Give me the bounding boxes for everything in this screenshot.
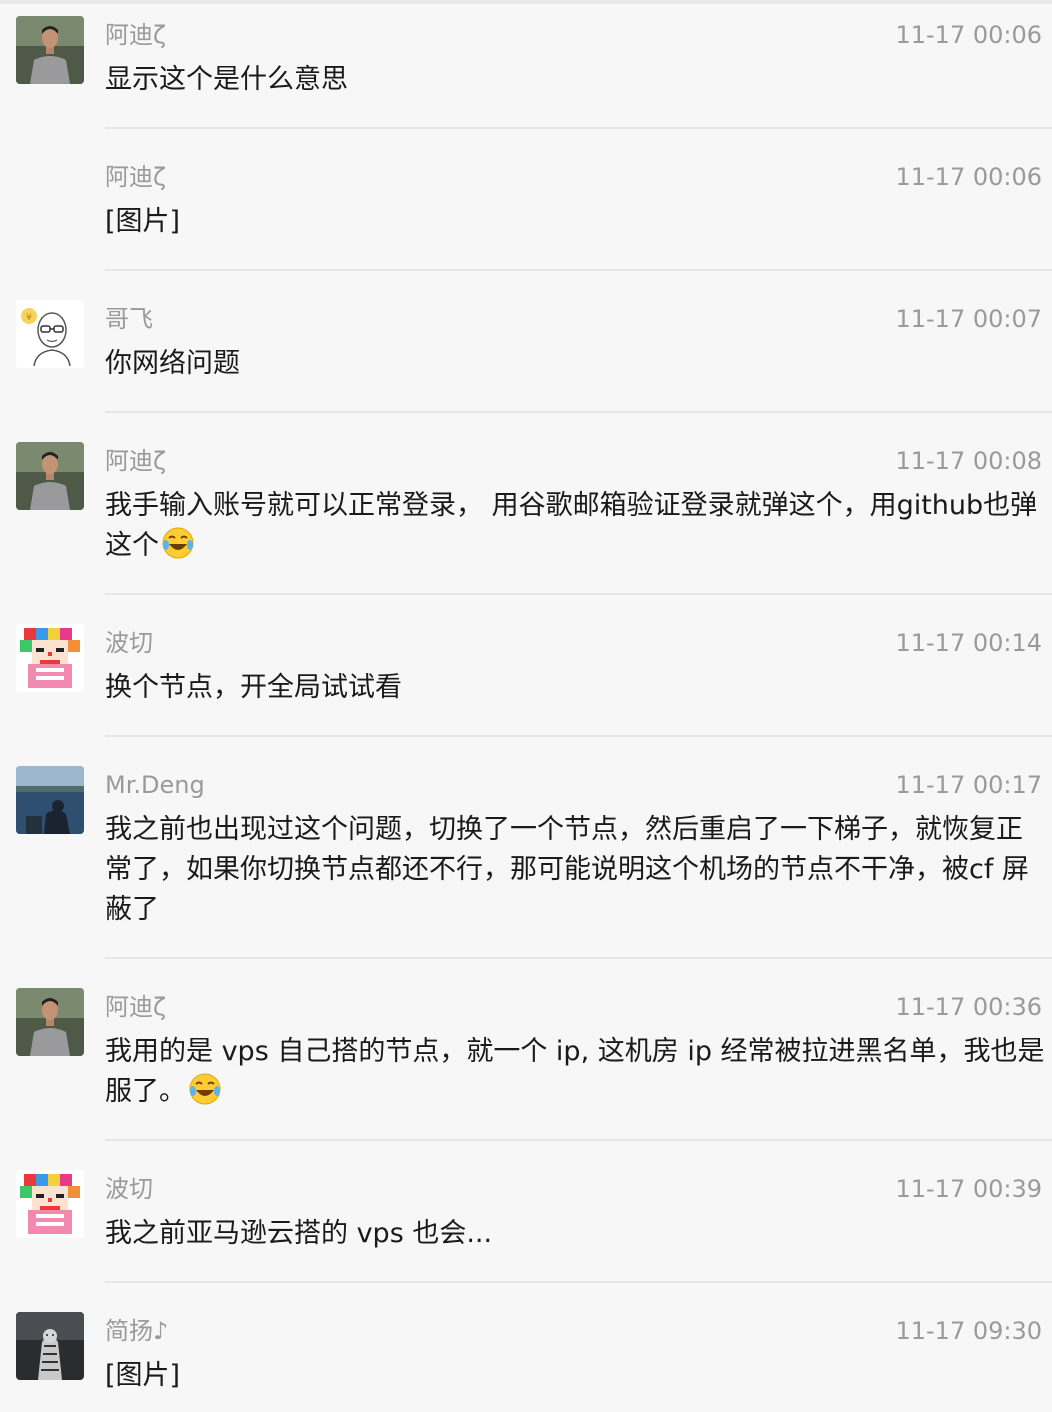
message-item[interactable]: 阿迪ζ 11-17 00:36 我用的是 vps 自己搭的节点，就一个 ip, …	[0, 976, 1052, 1140]
message-text-part: 换个节点，开全局试试看	[105, 672, 402, 703]
pixel-clown-avatar[interactable]	[16, 1170, 84, 1238]
message-text-part: 我用的是 vps 自己搭的节点，就一个 ip, 这机房 ip 经常被拉进黑名单，…	[105, 1036, 1045, 1107]
message-item[interactable]: 波切 11-17 00:39 我之前亚马逊云搭的 vps 也会...	[0, 1158, 1052, 1282]
message-timestamp: 11-17 00:39	[895, 1175, 1042, 1203]
message-image-placeholder[interactable]: [图片]	[105, 202, 1045, 242]
message-timestamp: 11-17 00:17	[895, 771, 1042, 799]
message-text-part: 你网络问题	[105, 348, 240, 379]
sender-name: 简扬♪	[105, 1317, 169, 1345]
young-man-photo-avatar[interactable]	[16, 988, 84, 1056]
message-item[interactable]: 阿迪ζ 11-17 00:08 我手输入账号就可以正常登录， 用谷歌邮箱验证登录…	[0, 430, 1052, 594]
message-text-part: 显示这个是什么意思	[105, 64, 348, 95]
pixel-clown-avatar[interactable]	[16, 624, 84, 692]
message-text-part: 我之前也出现过这个问题，切换了一个节点，然后重启了一下梯子，就恢复正常了，如果你…	[105, 814, 1029, 925]
message-item[interactable]: 阿迪ζ 11-17 00:06 [图片]	[0, 146, 1052, 270]
message-item[interactable]: Mr.Deng 11-17 00:17 我之前也出现过这个问题，切换了一个节点，…	[0, 754, 1052, 958]
message-divider	[105, 1139, 1052, 1141]
sender-name: Mr.Deng	[105, 771, 205, 799]
sender-name: 阿迪ζ	[105, 447, 167, 475]
message-text[interactable]: 显示这个是什么意思	[105, 60, 1045, 100]
message-divider	[105, 127, 1052, 129]
message-timestamp: 11-17 00:06	[895, 21, 1042, 49]
message-divider	[105, 957, 1052, 959]
tiger-art-avatar[interactable]	[16, 1312, 84, 1380]
sender-name: 阿迪ζ	[105, 21, 167, 49]
message-text-part: [图片]	[105, 1360, 181, 1391]
message-text[interactable]: 我之前亚马逊云搭的 vps 也会...	[105, 1214, 1045, 1254]
cartoon-glasses-avatar[interactable]: ¥	[16, 300, 84, 368]
sender-name: 波切	[105, 1175, 153, 1203]
message-timestamp: 11-17 00:36	[895, 993, 1042, 1021]
message-text[interactable]: 我手输入账号就可以正常登录， 用谷歌邮箱验证登录就弹这个，用github也弹这个	[105, 486, 1045, 566]
message-item[interactable]: 简扬♪ 11-17 09:30 [图片]	[0, 1300, 1052, 1412]
message-timestamp: 11-17 00:14	[895, 629, 1042, 657]
message-timestamp: 11-17 09:30	[895, 1317, 1042, 1345]
young-man-photo-avatar[interactable]	[16, 442, 84, 510]
message-timestamp: 11-17 00:06	[895, 163, 1042, 191]
young-man-photo-avatar[interactable]	[16, 16, 84, 84]
message-text[interactable]: 我用的是 vps 自己搭的节点，就一个 ip, 这机房 ip 经常被拉进黑名单，…	[105, 1032, 1045, 1112]
message-divider	[105, 411, 1052, 413]
svg-text:¥: ¥	[26, 313, 32, 323]
sender-name: 波切	[105, 629, 153, 657]
message-divider	[105, 735, 1052, 737]
sender-name: 哥飞	[105, 305, 153, 333]
message-item[interactable]: 波切 11-17 00:14 换个节点，开全局试试看	[0, 612, 1052, 736]
sender-name: 阿迪ζ	[105, 163, 167, 191]
lake-photo-avatar[interactable]	[16, 766, 84, 834]
sender-name: 阿迪ζ	[105, 993, 167, 1021]
message-timestamp: 11-17 00:08	[895, 447, 1042, 475]
message-item[interactable]: 阿迪ζ 11-17 00:06 显示这个是什么意思	[0, 4, 1052, 128]
message-text-part: 我之前亚马逊云搭的 vps 也会...	[105, 1218, 493, 1249]
message-divider	[105, 593, 1052, 595]
message-text[interactable]: 你网络问题	[105, 344, 1045, 384]
message-timestamp: 11-17 00:07	[895, 305, 1042, 333]
message-text[interactable]: 我之前也出现过这个问题，切换了一个节点，然后重启了一下梯子，就恢复正常了，如果你…	[105, 810, 1045, 930]
message-text[interactable]: 换个节点，开全局试试看	[105, 668, 1045, 708]
message-text-part: 我手输入账号就可以正常登录， 用谷歌邮箱验证登录就弹这个，用github也弹这个	[105, 490, 1038, 561]
laughing-tears-emoji-icon	[161, 526, 195, 560]
laughing-tears-emoji-icon	[188, 1072, 222, 1106]
message-image-placeholder[interactable]: [图片]	[105, 1356, 1045, 1396]
message-divider	[105, 269, 1052, 271]
message-text-part: [图片]	[105, 206, 181, 237]
message-divider	[105, 1281, 1052, 1283]
message-item[interactable]: ¥ 哥飞 11-17 00:07 你网络问题	[0, 288, 1052, 412]
